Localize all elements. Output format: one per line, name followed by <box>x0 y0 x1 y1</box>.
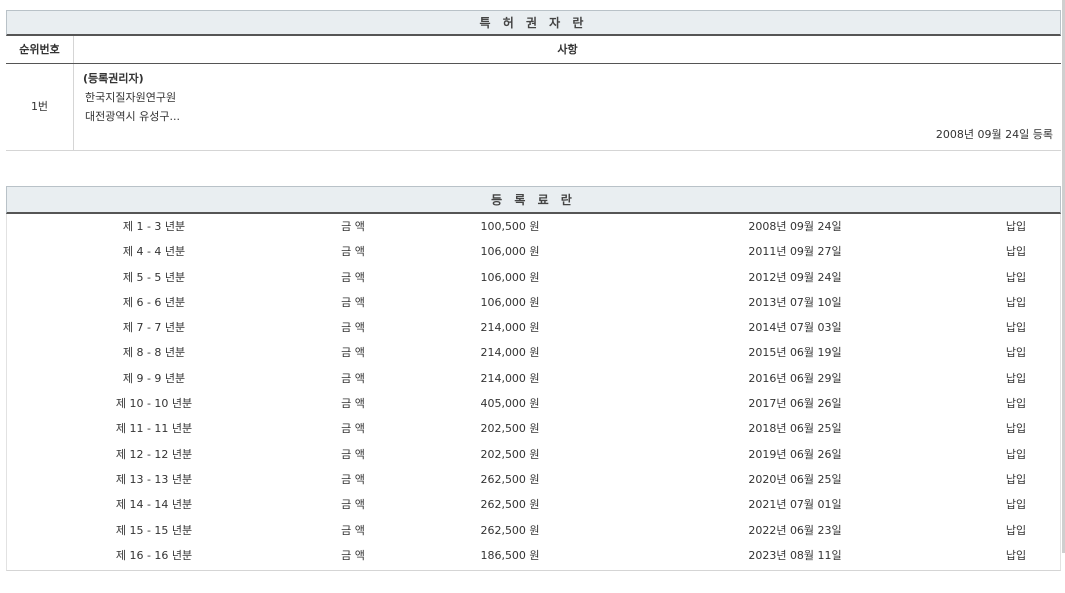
fee-payment-date: 2016년 06월 29일 <box>748 366 841 391</box>
fee-status: 납입 <box>1006 543 1026 568</box>
fee-amount: 262,500 원 <box>480 467 539 492</box>
fee-year-range: 제 12 - 12 년분 <box>116 442 192 467</box>
fee-amount-label: 금 액 <box>341 214 365 239</box>
registration-fee-section: 등 록 료 란 제 1 - 3 년분금 액100,500 원2008년 09월 … <box>6 186 1061 571</box>
fee-status: 납입 <box>1006 442 1026 467</box>
fee-row: 제 16 - 16 년분 금 액 186,500 원 2023년 08월 11일 납입 <box>7 543 1060 568</box>
fee-status: 납입 <box>1006 391 1026 416</box>
fee-status: 납입 <box>1006 239 1026 264</box>
fee-year-range: 제 8 - 8 년분 <box>123 340 185 365</box>
fee-amount: 186,500 원 <box>480 543 539 568</box>
fee-year-range: 제 7 - 7 년분 <box>123 315 185 340</box>
fee-status: 납입 <box>1006 416 1026 441</box>
fee-payment-date: 2021년 07월 01일 <box>748 492 841 517</box>
fee-amount-label: 금 액 <box>341 265 365 290</box>
fee-payment-date: 2017년 06월 26일 <box>748 391 841 416</box>
fee-row: 제 8 - 8 년분 금 액 214,000 원 2015년 06월 19일 납입 <box>7 340 1060 365</box>
fee-payment-date: 2022년 06월 23일 <box>748 518 841 543</box>
patent-owner-title: 특 허 권 자 란 <box>6 10 1061 36</box>
rank-number: 1번 <box>6 64 74 150</box>
fee-amount: 100,500 원 <box>480 214 539 239</box>
matter-header: 사항 <box>74 36 1061 63</box>
fee-row: 제 14 - 14 년분 금 액 262,500 원 2021년 07월 01일 납입 <box>7 492 1060 517</box>
fee-row: 제 4 - 4 년분 금 액 106,000 원 2011년 09월 27일 납입 <box>7 239 1060 264</box>
fee-status: 납입 <box>1006 340 1026 365</box>
fee-amount: 106,000 원 <box>480 265 539 290</box>
fee-row: 제 13 - 13 년분 금 액 262,500 원 2020년 06월 25일 납입 <box>7 467 1060 492</box>
fee-amount: 202,500 원 <box>480 442 539 467</box>
fee-payment-date: 2014년 07월 03일 <box>748 315 841 340</box>
fee-payment-date: 2013년 07월 10일 <box>748 290 841 315</box>
fee-payment-date: 2012년 09월 24일 <box>748 265 841 290</box>
fee-row: 제 6 - 6 년분 금 액 106,000 원 2013년 07월 10일 납입 <box>7 290 1060 315</box>
fee-amount-label: 금 액 <box>341 366 365 391</box>
fee-row: 제 7 - 7 년분 금 액 214,000 원 2014년 07월 03일 납입 <box>7 315 1060 340</box>
fee-year-range: 제 13 - 13 년분 <box>116 467 192 492</box>
fee-row: 제 15 - 15 년분 금 액 262,500 원 2022년 06월 23일 납입 <box>7 518 1060 543</box>
holder-label: (등록권리자) <box>83 70 144 86</box>
fee-year-range: 제 5 - 5 년분 <box>123 265 185 290</box>
fee-year-range: 제 15 - 15 년분 <box>116 518 192 543</box>
fee-amount: 262,500 원 <box>480 518 539 543</box>
holder-name: 한국지질자원연구원 <box>85 89 176 105</box>
fee-amount-label: 금 액 <box>341 492 365 517</box>
fee-row: 제 11 - 11 년분 금 액 202,500 원 2018년 06월 25일 납입 <box>7 416 1060 441</box>
fee-amount-label: 금 액 <box>341 239 365 264</box>
owner-row: 1번 (등록권리자) 한국지질자원연구원 대전광역시 유성구... 2008년 … <box>6 64 1061 151</box>
fee-row: 제 10 - 10 년분 금 액 405,000 원 2017년 06월 26일 납입 <box>7 391 1060 416</box>
fee-amount: 214,000 원 <box>480 340 539 365</box>
fee-status: 납입 <box>1006 290 1026 315</box>
fee-row: 제 5 - 5 년분 금 액 106,000 원 2012년 09월 24일 납입 <box>7 265 1060 290</box>
fee-status: 납입 <box>1006 492 1026 517</box>
fee-row: 제 12 - 12 년분 금 액 202,500 원 2019년 06월 26일 납입 <box>7 442 1060 467</box>
fee-amount-label: 금 액 <box>341 543 365 568</box>
fee-amount: 202,500 원 <box>480 416 539 441</box>
fee-amount-label: 금 액 <box>341 391 365 416</box>
fee-amount-label: 금 액 <box>341 315 365 340</box>
fee-year-range: 제 10 - 10 년분 <box>116 391 192 416</box>
fee-status: 납입 <box>1006 315 1026 340</box>
owner-details: (등록권리자) 한국지질자원연구원 대전광역시 유성구... 2008년 09월… <box>74 64 1061 150</box>
holder-address: 대전광역시 유성구... <box>85 108 180 124</box>
owner-header-row: 순위번호 사항 <box>6 36 1061 64</box>
fee-amount: 214,000 원 <box>480 315 539 340</box>
fee-amount: 214,000 원 <box>480 366 539 391</box>
registration-date: 2008년 09월 24일 등록 <box>936 126 1053 142</box>
fee-payment-date: 2020년 06월 25일 <box>748 467 841 492</box>
fee-list: 제 1 - 3 년분금 액100,500 원2008년 09월 24일납입제 4… <box>7 214 1060 568</box>
fee-year-range: 제 6 - 6 년분 <box>123 290 185 315</box>
fee-year-range: 제 16 - 16 년분 <box>116 543 192 568</box>
fee-status: 납입 <box>1006 265 1026 290</box>
fee-payment-date: 2011년 09월 27일 <box>748 239 841 264</box>
fee-row: 제 1 - 3 년분 금 액 100,500 원 2008년 09월 24일 납입 <box>7 214 1060 239</box>
fee-amount: 106,000 원 <box>480 290 539 315</box>
fee-amount-label: 금 액 <box>341 518 365 543</box>
fee-year-range: 제 11 - 11 년분 <box>116 416 192 441</box>
fee-year-range: 제 1 - 3 년분 <box>123 214 185 239</box>
fee-status: 납입 <box>1006 214 1026 239</box>
fee-year-range: 제 14 - 14 년분 <box>116 492 192 517</box>
fee-payment-date: 2019년 06월 26일 <box>748 442 841 467</box>
fee-payment-date: 2015년 06월 19일 <box>748 340 841 365</box>
fee-year-range: 제 4 - 4 년분 <box>123 239 185 264</box>
fee-amount-label: 금 액 <box>341 467 365 492</box>
rank-header: 순위번호 <box>6 36 74 63</box>
fee-payment-date: 2008년 09월 24일 <box>748 214 841 239</box>
fee-amount: 405,000 원 <box>480 391 539 416</box>
fee-payment-date: 2023년 08월 11일 <box>748 543 841 568</box>
fee-status: 납입 <box>1006 518 1026 543</box>
fee-status: 납입 <box>1006 366 1026 391</box>
fee-amount-label: 금 액 <box>341 442 365 467</box>
fee-amount: 106,000 원 <box>480 239 539 264</box>
fee-amount-label: 금 액 <box>341 290 365 315</box>
fee-status: 납입 <box>1006 467 1026 492</box>
fee-row: 제 9 - 9 년분 금 액 214,000 원 2016년 06월 29일 납입 <box>7 366 1060 391</box>
registration-fee-title: 등 록 료 란 <box>6 186 1061 214</box>
patent-owner-section: 특 허 권 자 란 순위번호 사항 1번 (등록권리자) 한국지질자원연구원 대… <box>6 10 1061 151</box>
fee-year-range: 제 9 - 9 년분 <box>123 366 185 391</box>
fee-amount-label: 금 액 <box>341 416 365 441</box>
fee-amount: 262,500 원 <box>480 492 539 517</box>
fee-amount-label: 금 액 <box>341 340 365 365</box>
fee-payment-date: 2018년 06월 25일 <box>748 416 841 441</box>
